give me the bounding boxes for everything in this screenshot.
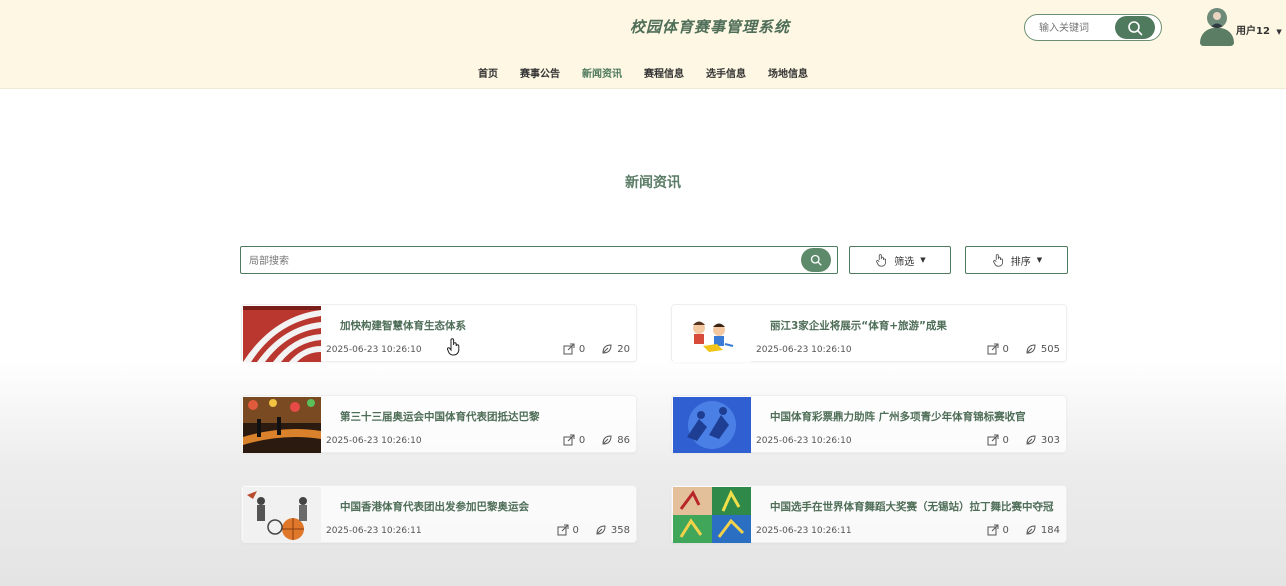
leaf-icon — [602, 435, 612, 445]
search-icon — [810, 254, 822, 266]
nav-item-players[interactable]: 选手信息 — [706, 65, 746, 80]
share-icon — [557, 524, 569, 536]
leaf-icon — [1026, 344, 1036, 354]
nav-item-venues[interactable]: 场地信息 — [768, 65, 808, 80]
news-card[interactable]: 中国体育彩票鼎力助阵 广州多项青少年体育锦标赛收官 2025-06-23 10:… — [671, 395, 1067, 453]
leaf-icon — [1026, 435, 1036, 445]
main-nav: 首页 赛事公告 新闻资讯 赛程信息 选手信息 场地信息 — [478, 65, 808, 80]
share-icon — [563, 343, 575, 355]
news-title[interactable]: 第三十三届奥运会中国体育代表团抵达巴黎 — [340, 410, 626, 424]
hand-pointer-icon — [992, 254, 1003, 267]
news-stats: 0 86 — [563, 434, 630, 446]
news-stats: 0 184 — [987, 524, 1060, 536]
local-search-button[interactable] — [801, 248, 831, 272]
leaf-icon — [596, 525, 606, 535]
local-search-input[interactable] — [247, 251, 751, 271]
user-name[interactable]: 用户12 ▼ — [1236, 22, 1282, 37]
news-date: 2025-06-23 10:26:10 — [326, 436, 422, 446]
hand-pointer-icon — [876, 254, 887, 267]
view-count: 358 — [610, 524, 630, 536]
nav-item-news[interactable]: 新闻资讯 — [582, 65, 622, 80]
news-date: 2025-06-23 10:26:11 — [756, 526, 852, 536]
caret-down-icon: ▼ — [1036, 256, 1043, 264]
caret-down-icon: ▼ — [920, 256, 926, 264]
news-title[interactable]: 中国体育彩票鼎力助阵 广州多项青少年体育锦标赛收官 — [770, 410, 1056, 424]
news-card[interactable]: 丽江3家企业将展示“体育+旅游”成果 2025-06-23 10:26:10 0… — [671, 304, 1067, 362]
nav-item-announcements[interactable]: 赛事公告 — [520, 65, 560, 80]
news-thumbnail[interactable] — [243, 487, 321, 543]
share-count: 0 — [1002, 524, 1009, 536]
news-date: 2025-06-23 10:26:10 — [756, 436, 852, 446]
news-date: 2025-06-23 10:26:10 — [756, 345, 852, 355]
share-count: 0 — [1002, 343, 1009, 355]
share-icon — [563, 434, 575, 446]
news-card[interactable]: 加快构建智慧体育生态体系 2025-06-23 10:26:10 0 20 — [241, 304, 637, 362]
header-search-input[interactable] — [1037, 18, 1113, 38]
view-count: 505 — [1040, 343, 1060, 355]
news-title[interactable]: 中国选手在世界体育舞蹈大奖赛（无锡站）拉丁舞比赛中夺冠 — [770, 500, 1056, 514]
news-date: 2025-06-23 10:26:11 — [326, 526, 422, 536]
news-title[interactable]: 中国香港体育代表团出发参加巴黎奥运会 — [340, 500, 626, 514]
leaf-icon — [1026, 525, 1036, 535]
page-title: 新闻资讯 — [625, 175, 681, 191]
share-count: 0 — [578, 434, 586, 446]
local-search[interactable] — [240, 246, 838, 274]
caret-down-icon: ▼ — [1276, 28, 1282, 36]
nav-item-schedule[interactable]: 赛程信息 — [644, 65, 684, 80]
news-title[interactable]: 丽江3家企业将展示“体育+旅游”成果 — [770, 319, 1056, 333]
news-date: 2025-06-23 10:26:10 — [326, 345, 422, 355]
hand-cursor-icon — [447, 338, 460, 356]
view-count: 20 — [617, 343, 630, 355]
news-stats: 0 20 — [563, 343, 630, 355]
news-stats: 0 505 — [987, 343, 1060, 355]
share-count: 0 — [1002, 434, 1009, 446]
search-icon — [1128, 20, 1143, 35]
share-count: 0 — [572, 524, 579, 536]
filter-label: 筛选 — [894, 256, 915, 268]
news-title[interactable]: 加快构建智慧体育生态体系 — [340, 319, 626, 333]
top-header: 校园体育赛事管理系统 用户12 ▼ 首页 赛事公告 新闻资讯 — [0, 0, 1286, 89]
news-stats: 0 358 — [557, 524, 630, 536]
avatar-body — [1200, 28, 1234, 46]
header-search[interactable] — [1024, 14, 1162, 41]
avatar[interactable] — [1198, 8, 1236, 48]
share-icon — [987, 434, 999, 446]
avatar-head — [1207, 8, 1227, 28]
news-stats: 0 303 — [987, 434, 1060, 446]
news-card[interactable]: 第三十三届奥运会中国体育代表团抵达巴黎 2025-06-23 10:26:10 … — [241, 395, 637, 453]
header-search-button[interactable] — [1115, 16, 1155, 39]
sort-label: 排序 — [1010, 256, 1031, 268]
site-title: 校园体育赛事管理系统 — [629, 18, 790, 36]
leaf-icon — [602, 344, 612, 354]
news-thumbnail[interactable] — [243, 397, 321, 453]
view-count: 184 — [1040, 524, 1060, 536]
news-thumbnail[interactable] — [673, 487, 751, 543]
news-card[interactable]: 中国选手在世界体育舞蹈大奖赛（无锡站）拉丁舞比赛中夺冠 2025-06-23 1… — [671, 485, 1067, 543]
view-count: 303 — [1040, 434, 1060, 446]
news-thumbnail[interactable] — [673, 397, 751, 453]
nav-item-home[interactable]: 首页 — [478, 65, 498, 80]
share-icon — [987, 524, 999, 536]
news-thumbnail[interactable] — [673, 306, 751, 362]
share-count: 0 — [578, 343, 586, 355]
user-menu[interactable]: 用户12 ▼ — [1198, 8, 1284, 50]
sort-button[interactable]: 排序 ▼ — [965, 246, 1068, 274]
news-card[interactable]: 中国香港体育代表团出发参加巴黎奥运会 2025-06-23 10:26:11 0… — [241, 485, 637, 543]
filter-button[interactable]: 筛选 ▼ — [849, 246, 951, 274]
view-count: 86 — [617, 434, 630, 446]
share-icon — [987, 343, 999, 355]
news-thumbnail[interactable] — [243, 306, 321, 362]
